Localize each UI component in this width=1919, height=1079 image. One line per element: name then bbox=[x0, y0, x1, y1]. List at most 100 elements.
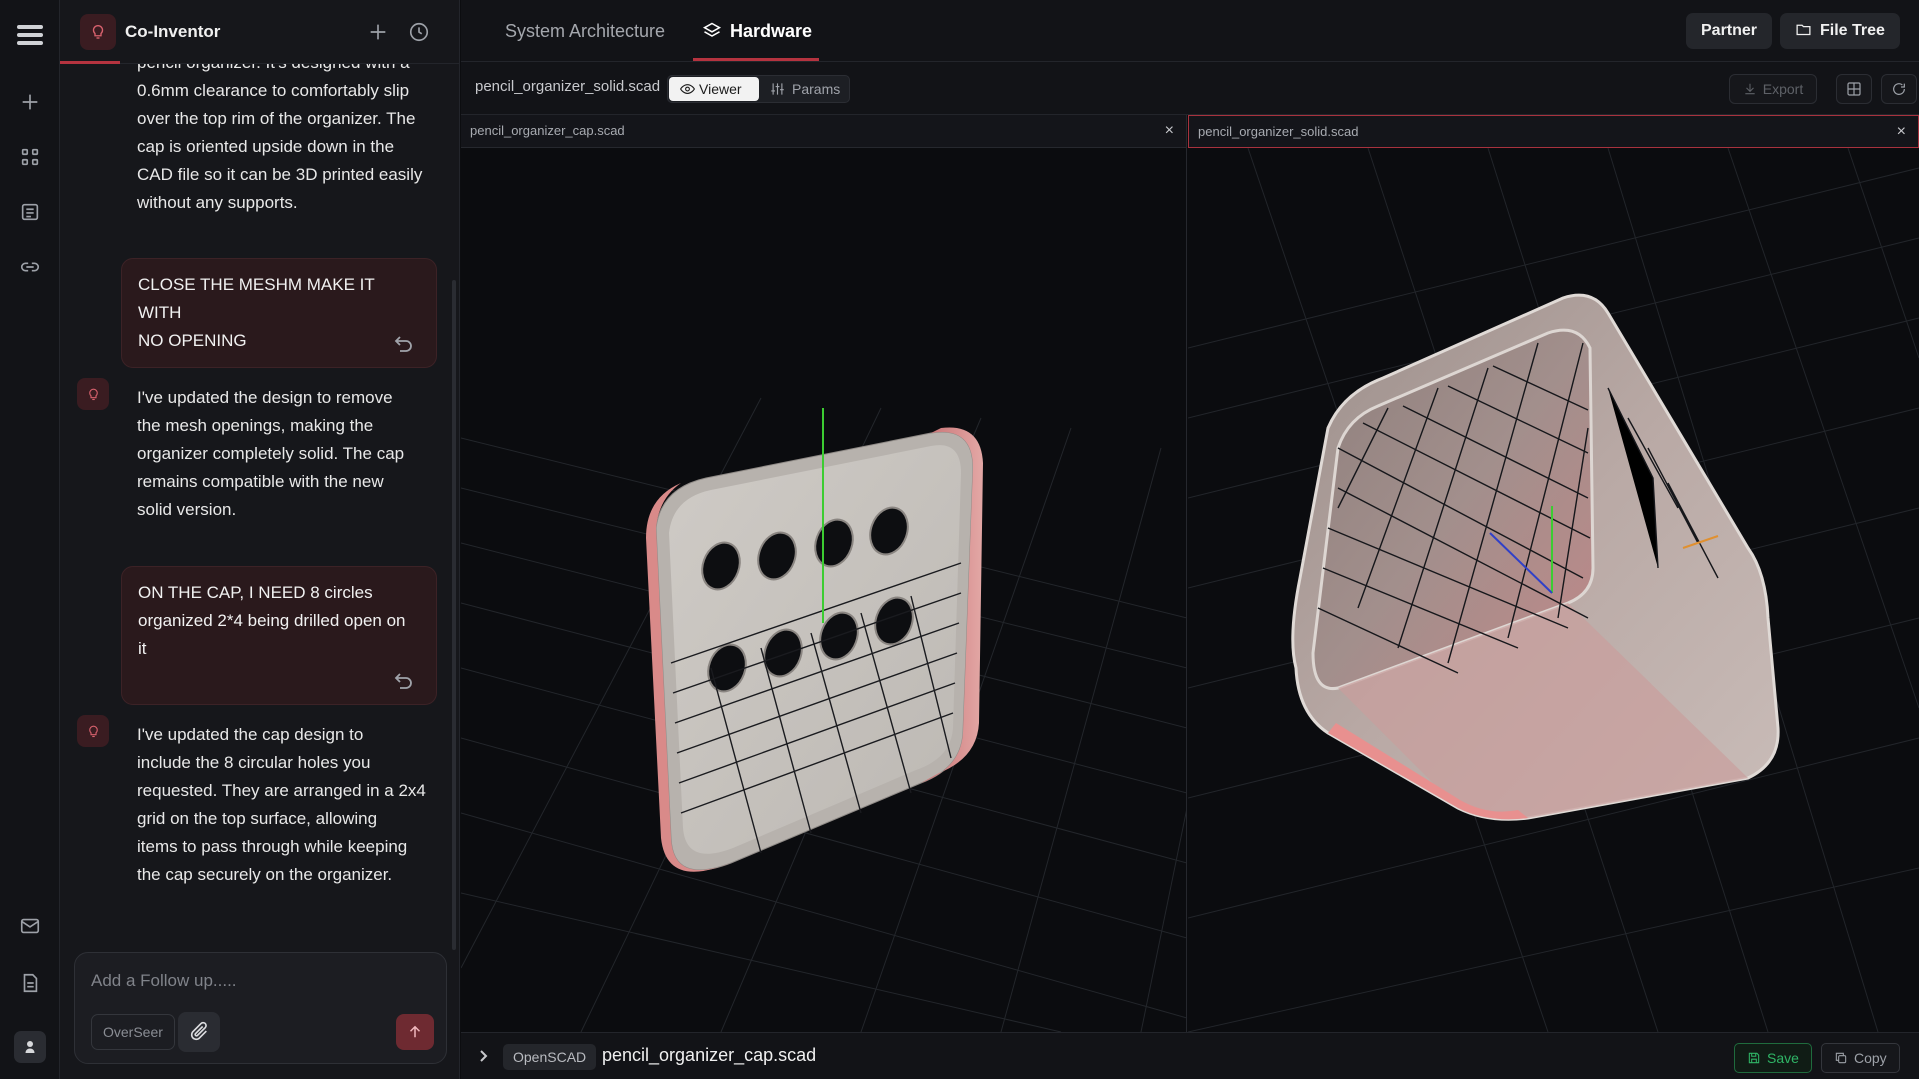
cap-viewport-pane: pencil_organizer_cap.scad × bbox=[461, 115, 1187, 1032]
message-line: organized 2*4 being drilled open on bbox=[138, 611, 406, 630]
copy-button[interactable]: Copy bbox=[1821, 1043, 1900, 1073]
tab-hardware[interactable]: Hardware bbox=[702, 0, 812, 62]
layout-grid-button[interactable] bbox=[1836, 74, 1872, 104]
pane-tab-label: pencil_organizer_cap.scad bbox=[470, 123, 625, 138]
app-root: Co-Inventor pencil organizer. It's desig… bbox=[0, 0, 1919, 1079]
refresh-button[interactable] bbox=[1881, 74, 1917, 104]
chat-composer: Add a Follow up..... OverSeer bbox=[74, 952, 447, 1064]
attach-button[interactable] bbox=[178, 1012, 220, 1052]
eye-icon bbox=[680, 84, 695, 94]
top-bar: System Architecture Hardware Partner Fil… bbox=[461, 0, 1919, 62]
document-icon[interactable] bbox=[18, 200, 42, 224]
chat-header: Co-Inventor bbox=[60, 0, 459, 64]
editor-filename: pencil_organizer_cap.scad bbox=[602, 1045, 817, 1065]
organizer-viewport-pane: pencil_organizer_solid.scad × bbox=[1188, 115, 1919, 1032]
apps-grid-icon[interactable] bbox=[18, 145, 42, 169]
message-line: cap is oriented upside down in the bbox=[137, 137, 395, 156]
file-tree-label: File Tree bbox=[1820, 22, 1885, 39]
file-icon[interactable] bbox=[18, 971, 42, 995]
partner-button[interactable]: Partner bbox=[1686, 13, 1773, 49]
close-icon[interactable]: × bbox=[1897, 116, 1906, 148]
logo-icon[interactable] bbox=[15, 20, 45, 50]
viewer-label: Viewer bbox=[699, 81, 742, 97]
message-line: solid version. bbox=[137, 500, 237, 519]
undo-icon[interactable] bbox=[392, 333, 414, 353]
message-line: remains compatible with the new bbox=[137, 472, 384, 491]
send-button[interactable] bbox=[396, 1014, 434, 1050]
history-clock-icon[interactable] bbox=[407, 20, 431, 44]
link-icon[interactable] bbox=[18, 255, 42, 279]
viewer-panes: pencil_organizer_cap.scad × pencil_organ… bbox=[461, 115, 1919, 1032]
assistant-avatar-icon bbox=[77, 715, 109, 747]
chat-panel: Co-Inventor pencil organizer. It's desig… bbox=[60, 0, 460, 1079]
chat-header-indicator bbox=[60, 61, 120, 64]
new-chat-button[interactable] bbox=[366, 20, 390, 44]
export-label: Export bbox=[1762, 81, 1804, 97]
bulb-icon bbox=[80, 14, 116, 50]
organizer-3d-viewport[interactable] bbox=[1188, 148, 1919, 1032]
user-avatar[interactable] bbox=[14, 1031, 46, 1063]
icon-rail bbox=[0, 0, 60, 1079]
copy-label: Copy bbox=[1854, 1050, 1887, 1066]
assistant-message: pencil organizer. It's designed with a 0… bbox=[137, 49, 427, 217]
tab-hardware-label: Hardware bbox=[730, 21, 813, 41]
download-icon bbox=[1745, 83, 1755, 95]
close-icon[interactable]: × bbox=[1165, 115, 1174, 147]
assistant-avatar-icon bbox=[77, 378, 109, 410]
params-label: Params bbox=[792, 81, 841, 97]
message-line: CAD file so it can be 3D printed easily bbox=[137, 165, 423, 184]
user-message: CLOSE THE MESHM MAKE IT WITH NO OPENING bbox=[121, 258, 437, 368]
chevron-right-icon[interactable] bbox=[475, 1048, 491, 1064]
viewer-button[interactable]: Viewer bbox=[669, 77, 759, 101]
message-line: the mesh openings, making the bbox=[137, 416, 374, 435]
export-button[interactable]: Export bbox=[1729, 74, 1817, 104]
follow-up-input[interactable]: Add a Follow up..... bbox=[91, 971, 237, 991]
active-tab-indicator bbox=[693, 58, 819, 61]
message-line: requested. They are arranged in a 2x4 bbox=[137, 781, 426, 800]
message-line: without any supports. bbox=[137, 193, 298, 212]
message-line: grid on the top surface, allowing bbox=[137, 809, 378, 828]
paperclip-icon bbox=[190, 1021, 207, 1041]
save-icon bbox=[1748, 1052, 1760, 1064]
language-badge: OpenSCAD bbox=[503, 1044, 597, 1070]
message-line: NO OPENING bbox=[138, 331, 247, 350]
refresh-icon bbox=[1893, 83, 1905, 95]
overseer-mode-button[interactable]: OverSeer bbox=[91, 1014, 175, 1050]
file-tree-button[interactable]: File Tree bbox=[1780, 13, 1900, 49]
current-filename: pencil_organizer_solid.scad bbox=[475, 78, 661, 95]
message-line: I've updated the design to remove bbox=[137, 388, 393, 407]
message-line: ON THE CAP, I NEED 8 circles bbox=[138, 583, 373, 602]
save-button[interactable]: Save bbox=[1734, 1043, 1812, 1073]
pane-tab-cap[interactable]: pencil_organizer_cap.scad × bbox=[461, 115, 1186, 148]
main-area: System Architecture Hardware Partner Fil… bbox=[461, 0, 1919, 1079]
editor-bottom-bar: OpenSCAD pencil_organizer_cap.scad Save … bbox=[461, 1032, 1919, 1079]
message-line: 0.6mm clearance to comfortably slip bbox=[137, 81, 410, 100]
chat-title: Co-Inventor bbox=[125, 22, 221, 41]
view-mode-toggle: Viewer Params bbox=[667, 75, 850, 103]
plus-icon[interactable] bbox=[18, 90, 42, 114]
message-line: the cap securely on the organizer. bbox=[137, 865, 393, 884]
tab-system-architecture[interactable]: System Architecture bbox=[505, 0, 665, 62]
message-line: include the 8 circular holes you bbox=[137, 753, 371, 772]
folder-icon bbox=[1796, 24, 1811, 36]
pane-tab-label: pencil_organizer_solid.scad bbox=[1198, 124, 1359, 139]
message-line: I've updated the cap design to bbox=[137, 725, 364, 744]
assistant-message: I've updated the cap design to include t… bbox=[137, 721, 427, 889]
message-line: it bbox=[138, 639, 147, 658]
mail-icon[interactable] bbox=[18, 914, 42, 938]
viewer-toolbar: pencil_organizer_solid.scad Viewer Param… bbox=[461, 62, 1919, 115]
cap-3d-viewport[interactable] bbox=[461, 148, 1187, 1032]
pane-tab-solid[interactable]: pencil_organizer_solid.scad × bbox=[1188, 115, 1919, 148]
arrow-up-icon bbox=[409, 1025, 421, 1038]
assistant-message: I've updated the design to remove the me… bbox=[137, 384, 427, 524]
chat-scrollbar[interactable] bbox=[452, 280, 456, 950]
undo-icon[interactable] bbox=[392, 670, 414, 690]
sliders-icon bbox=[771, 83, 784, 95]
message-line: organizer completely solid. The cap bbox=[137, 444, 405, 463]
layers-icon bbox=[702, 22, 722, 37]
user-message: ON THE CAP, I NEED 8 circles organized 2… bbox=[121, 566, 437, 705]
message-line: items to pass through while keeping bbox=[137, 837, 408, 856]
save-label: Save bbox=[1767, 1050, 1799, 1066]
params-button[interactable]: Params bbox=[770, 77, 840, 101]
copy-icon bbox=[1835, 1052, 1847, 1064]
